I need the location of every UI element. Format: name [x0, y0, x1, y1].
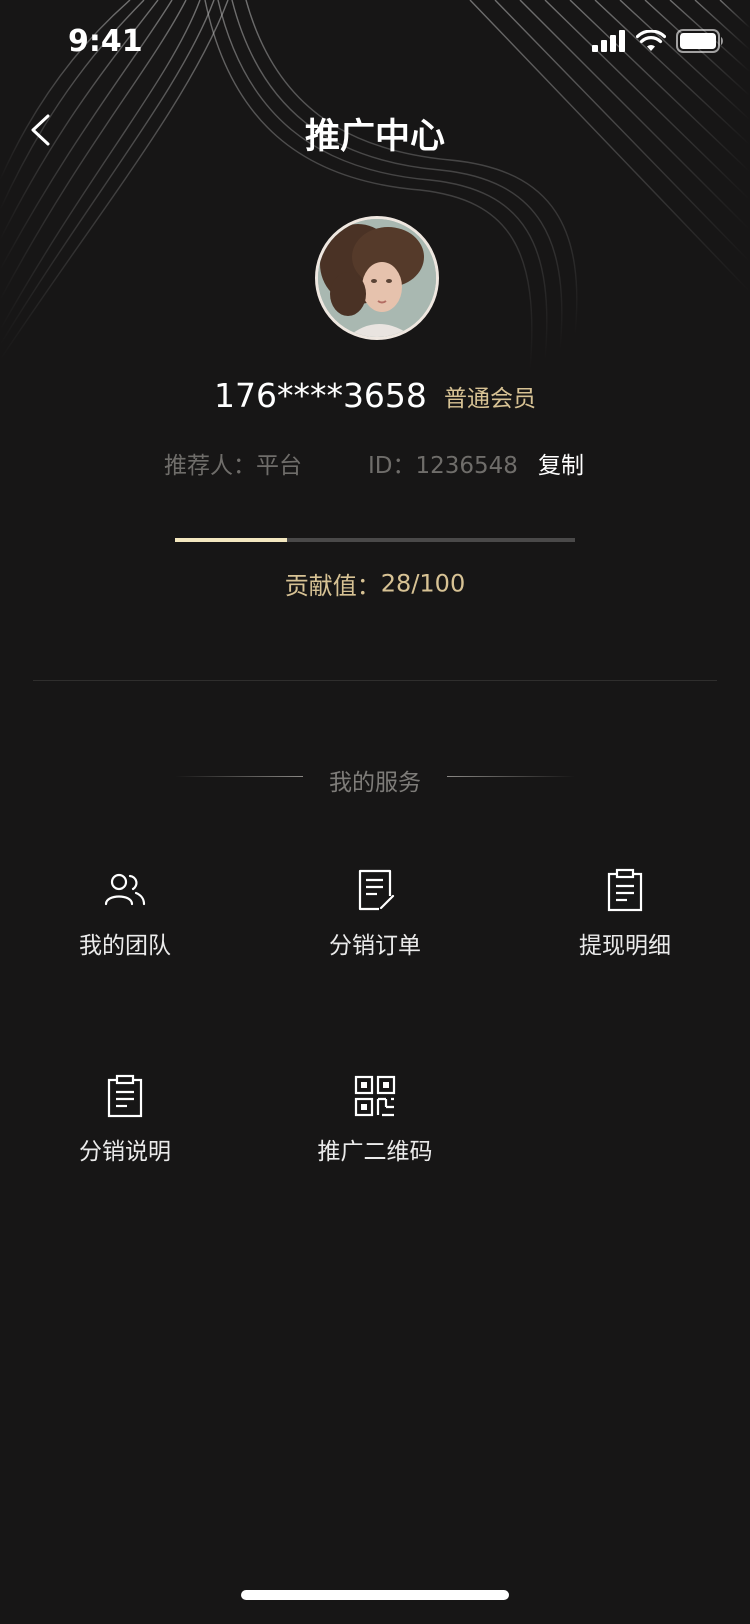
- clipboard-icon: [107, 1074, 143, 1118]
- wifi-icon: [635, 29, 667, 56]
- team-icon: [104, 873, 146, 906]
- member-level-badge: 普通会员: [444, 385, 537, 412]
- service-label: 提现明细: [579, 933, 671, 959]
- service-distribution-guide[interactable]: 分销说明: [25, 1074, 225, 1204]
- service-my-team[interactable]: 我的团队: [25, 868, 225, 998]
- status-icons: [582, 29, 724, 57]
- home-indicator: [241, 1590, 509, 1600]
- status-bar: 9:41: [0, 0, 750, 88]
- service-label: 分销说明: [79, 1139, 171, 1165]
- service-label: 分销订单: [329, 933, 421, 959]
- service-promotion-qrcode[interactable]: 推广二维码: [275, 1074, 475, 1204]
- contribution-progress-bar: [175, 538, 575, 542]
- section-divider: [33, 680, 717, 681]
- user-id-info: ID：1236548: [368, 446, 518, 480]
- avatar: [315, 216, 439, 340]
- clipboard-icon: [607, 868, 643, 912]
- user-id-label: ID：: [368, 453, 416, 479]
- order-icon: [358, 869, 395, 911]
- contribution-value: 贡献值：28/100: [0, 566, 750, 601]
- service-withdrawal-details[interactable]: 提现明细: [525, 868, 725, 998]
- services-section-title: 我的服务: [329, 770, 421, 796]
- contribution-display: 28/100: [380, 569, 466, 598]
- referrer-label: 推荐人：: [164, 453, 256, 479]
- status-time: 9:41: [68, 24, 143, 59]
- section-title-line-right: [447, 776, 575, 777]
- service-label: 推广二维码: [317, 1139, 433, 1165]
- referrer-info: 推荐人：平台: [164, 446, 302, 480]
- contribution-progress-fill: [175, 538, 287, 542]
- contribution-label: 贡献值：: [284, 572, 381, 600]
- qrcode-icon: [354, 1075, 396, 1117]
- service-label: 我的团队: [79, 933, 171, 959]
- phone-number: 176****3658: [213, 376, 427, 415]
- copy-id-button[interactable]: 复制: [538, 446, 584, 480]
- service-distribution-orders[interactable]: 分销订单: [275, 868, 475, 998]
- battery-icon: [676, 29, 724, 57]
- user-info: 176****3658 普通会员: [0, 376, 750, 415]
- referrer-value: 平台: [256, 453, 302, 479]
- signal-icon: [592, 30, 626, 56]
- user-id-value: 1236548: [415, 453, 518, 479]
- page-title: 推广中心: [304, 117, 445, 157]
